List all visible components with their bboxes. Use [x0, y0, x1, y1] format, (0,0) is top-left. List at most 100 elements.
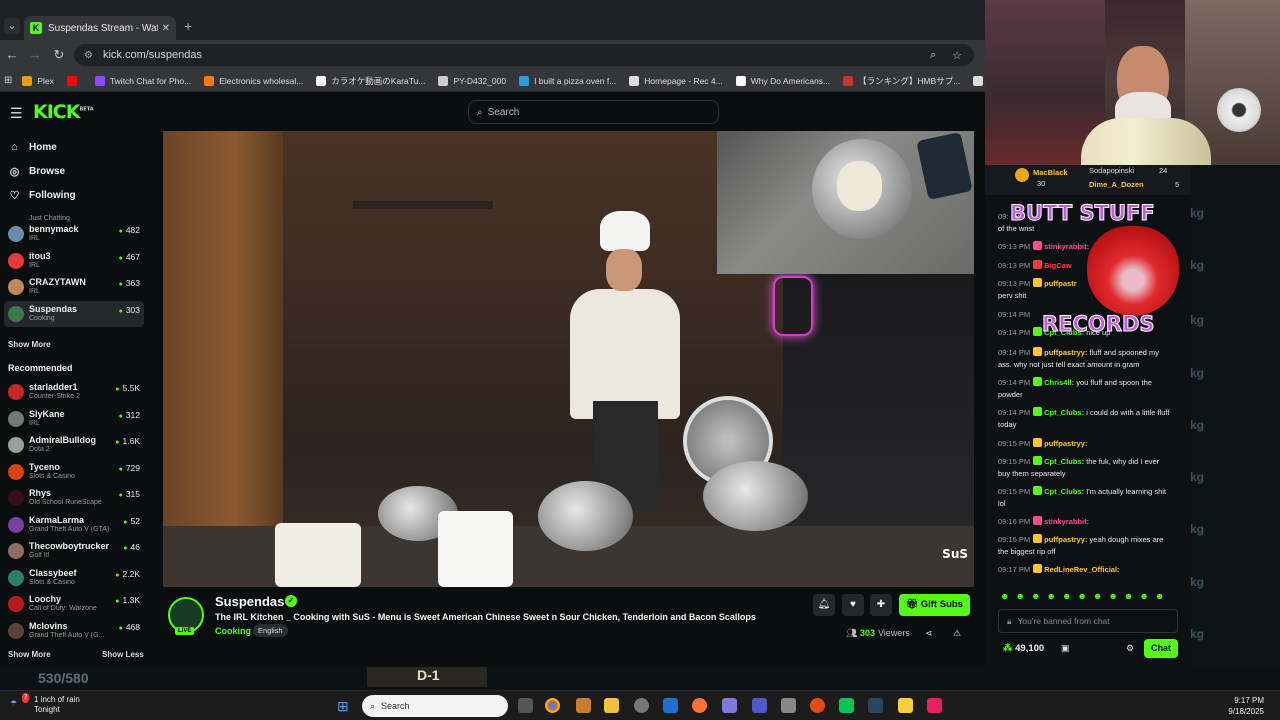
bookmark-item[interactable]: ベストケンコー｜公式... — [973, 75, 985, 87]
emote-icon[interactable]: ☻ — [1139, 591, 1148, 601]
leaderboard-third[interactable]: Dime_A_Dozen — [1089, 180, 1144, 189]
bookmark-item[interactable] — [66, 75, 82, 86]
sidebar-channel[interactable]: TycenoSlots & Casino 729 — [4, 459, 144, 485]
emote-icon[interactable]: ☻ — [1031, 591, 1040, 601]
chat-send-button[interactable]: Chat — [1144, 639, 1178, 658]
settings-gear-icon[interactable]: ⚙ — [1126, 643, 1134, 654]
sidebar-channel[interactable]: AdmiralBulldogDota 2 1.6K — [4, 432, 144, 458]
clip-icon[interactable]: ✚ — [870, 594, 892, 616]
emote-icon[interactable]: ☻ — [1108, 591, 1117, 601]
bookmark-item[interactable]: 【ランキング】HMBサプ... — [843, 75, 960, 87]
gift-subs-button[interactable]: 🎁︎ Gift Subs — [899, 594, 970, 616]
sidebar-channel[interactable]: SuspendasCooking 303 — [4, 300, 144, 327]
chat-username[interactable]: Cpt_Clubs: — [1044, 457, 1084, 466]
app-icon[interactable] — [576, 698, 591, 713]
chat-username[interactable]: RedLineRev_Official: — [1044, 565, 1119, 574]
app-icon[interactable] — [781, 698, 796, 713]
app-icon[interactable] — [663, 698, 678, 713]
nav-home[interactable]: ⌂ Home — [8, 141, 57, 153]
chrome-icon[interactable] — [545, 698, 560, 713]
sidebar-channel[interactable]: LoochyCall of Duty: Warzone 1.3K — [4, 591, 144, 617]
steam-icon[interactable] — [868, 698, 883, 713]
sidebar-channel[interactable]: itou3IRL 467 — [4, 248, 144, 274]
apps-icon[interactable]: ⊞ — [4, 75, 12, 86]
steam-icon[interactable] — [634, 698, 649, 713]
sidebar-channel[interactable]: bennymackIRL 482 — [4, 221, 144, 247]
forward-icon[interactable]: → — [27, 47, 43, 62]
search-input[interactable]: ⌕ Search — [468, 100, 719, 124]
show-more-link[interactable]: Show More — [8, 340, 51, 349]
app-icon[interactable] — [898, 698, 913, 713]
chat-input[interactable]: 🔒︎ You're banned from chat — [998, 609, 1178, 633]
emote-icon[interactable]: ☻ — [1062, 591, 1071, 601]
chat-username[interactable]: stinkyrabbit: — [1044, 517, 1089, 526]
bookmark-item[interactable]: カラオケ動画のKaraTu... — [316, 75, 425, 87]
language-tag[interactable]: English — [253, 624, 288, 637]
start-icon[interactable]: ⊞ — [337, 698, 349, 715]
app-icon[interactable] — [927, 698, 942, 713]
bookmark-item[interactable]: Plex — [22, 75, 54, 86]
kick-logo[interactable]: KICKBETA — [33, 101, 94, 123]
report-icon[interactable]: ⚠ — [953, 628, 961, 639]
channel-name[interactable]: Suspendas — [215, 594, 284, 609]
bookmark-item[interactable]: Homepage - Rec 4... — [629, 75, 723, 86]
url-field[interactable]: ⚙ kick.com/suspendas ⌕ ☆ — [74, 44, 974, 66]
sidebar-channel[interactable]: MclovinsGrand Theft Auto V (G... 468 — [4, 618, 144, 644]
show-more-link[interactable]: Show More — [8, 650, 51, 659]
task-view-icon[interactable] — [518, 698, 533, 713]
menu-icon[interactable]: ☰ — [10, 105, 23, 122]
chat-username[interactable]: BigCaw — [1044, 261, 1072, 270]
app-icon[interactable] — [810, 698, 825, 713]
bookmark-item[interactable]: PY-D432_000 — [438, 75, 506, 86]
line-icon[interactable] — [839, 698, 854, 713]
bookmark-item[interactable]: Why Do Americans... — [735, 75, 830, 86]
chat-username[interactable]: puffpastr — [1044, 279, 1077, 288]
new-tab-icon[interactable]: + — [184, 18, 192, 34]
file-explorer-icon[interactable] — [604, 698, 619, 713]
tab-search-icon[interactable]: ⌄ — [4, 18, 20, 34]
nav-following[interactable]: ♡ Following — [8, 189, 76, 202]
sidebar-channel[interactable]: CRAZYTAWNIRL 363 — [4, 274, 144, 300]
system-clock[interactable]: 9:17 PM 9/18/2025 — [1228, 695, 1264, 717]
chat-username[interactable]: puffpastryy: — [1044, 535, 1087, 544]
sidebar-channel[interactable]: RhysOld School RuneScape 315 — [4, 485, 144, 511]
notification-bell-icon[interactable]: 🔔︎ — [813, 594, 835, 616]
zoom-icon[interactable]: ⌕ — [930, 49, 936, 62]
emote-icon[interactable]: ☻ — [1077, 591, 1086, 601]
reload-icon[interactable]: ↻ — [51, 47, 67, 63]
sidebar-channel[interactable]: ClassybeefSlots & Casino 2.2K — [4, 565, 144, 591]
chat-username[interactable]: Cpt_Clubs: — [1044, 487, 1084, 496]
follow-heart-icon[interactable]: ♥ — [842, 594, 864, 616]
chat-username[interactable]: stinkyrabbit: — [1044, 242, 1089, 251]
nav-browse[interactable]: ◎ Browse — [8, 165, 65, 178]
emote-icon[interactable]: ☻ — [1124, 591, 1133, 601]
site-info-icon[interactable]: ⚙ — [84, 50, 93, 61]
browser-tab[interactable]: K Suspendas Stream - Watch Live ✕ — [24, 16, 176, 40]
leaderboard-second[interactable]: Sodapopinski — [1089, 166, 1134, 175]
share-icon[interactable]: ⋖ — [925, 628, 933, 639]
bookmark-star-icon[interactable]: ☆ — [952, 49, 962, 62]
emote-icon[interactable]: ☻ — [1000, 591, 1009, 601]
chat-username[interactable]: puffpastryy: — [1044, 348, 1087, 357]
emote-icon[interactable]: ☻ — [1015, 591, 1024, 601]
chat-username[interactable]: Chris4ll: — [1044, 378, 1074, 387]
sidebar-channel[interactable]: KarmaLarmaGrand Theft Auto V (GTA) 52 — [4, 512, 144, 538]
bookmark-item[interactable]: Twitch Chat for Pho... — [94, 75, 191, 86]
close-tab-icon[interactable]: ✕ — [162, 23, 170, 34]
firefox-icon[interactable] — [692, 698, 707, 713]
emote-icon[interactable]: ☻ — [1155, 591, 1164, 601]
back-icon[interactable]: ← — [4, 47, 20, 62]
gift-icon[interactable]: ▣ — [1061, 643, 1070, 654]
bookmark-item[interactable]: Electronics wholesal... — [204, 75, 303, 86]
app-icon[interactable] — [722, 698, 737, 713]
sidebar-channel[interactable]: SlyKaneIRL 312 — [4, 406, 144, 432]
teams-icon[interactable] — [752, 698, 767, 713]
emote-icon[interactable]: ☻ — [1046, 591, 1055, 601]
channel-points[interactable]: ⁂ 49,100 — [1003, 643, 1044, 654]
leaderboard-first[interactable]: MacBlack — [1033, 168, 1068, 177]
chat-username[interactable]: Cpt_Clubs: — [1044, 408, 1084, 417]
sidebar-channel[interactable]: ThecowboytruckerGolf It! 46 — [4, 538, 144, 564]
show-less-link[interactable]: Show Less — [102, 650, 144, 659]
emote-icon[interactable]: ☻ — [1093, 591, 1102, 601]
bookmark-item[interactable]: I built a pizza oven f... — [519, 75, 616, 86]
